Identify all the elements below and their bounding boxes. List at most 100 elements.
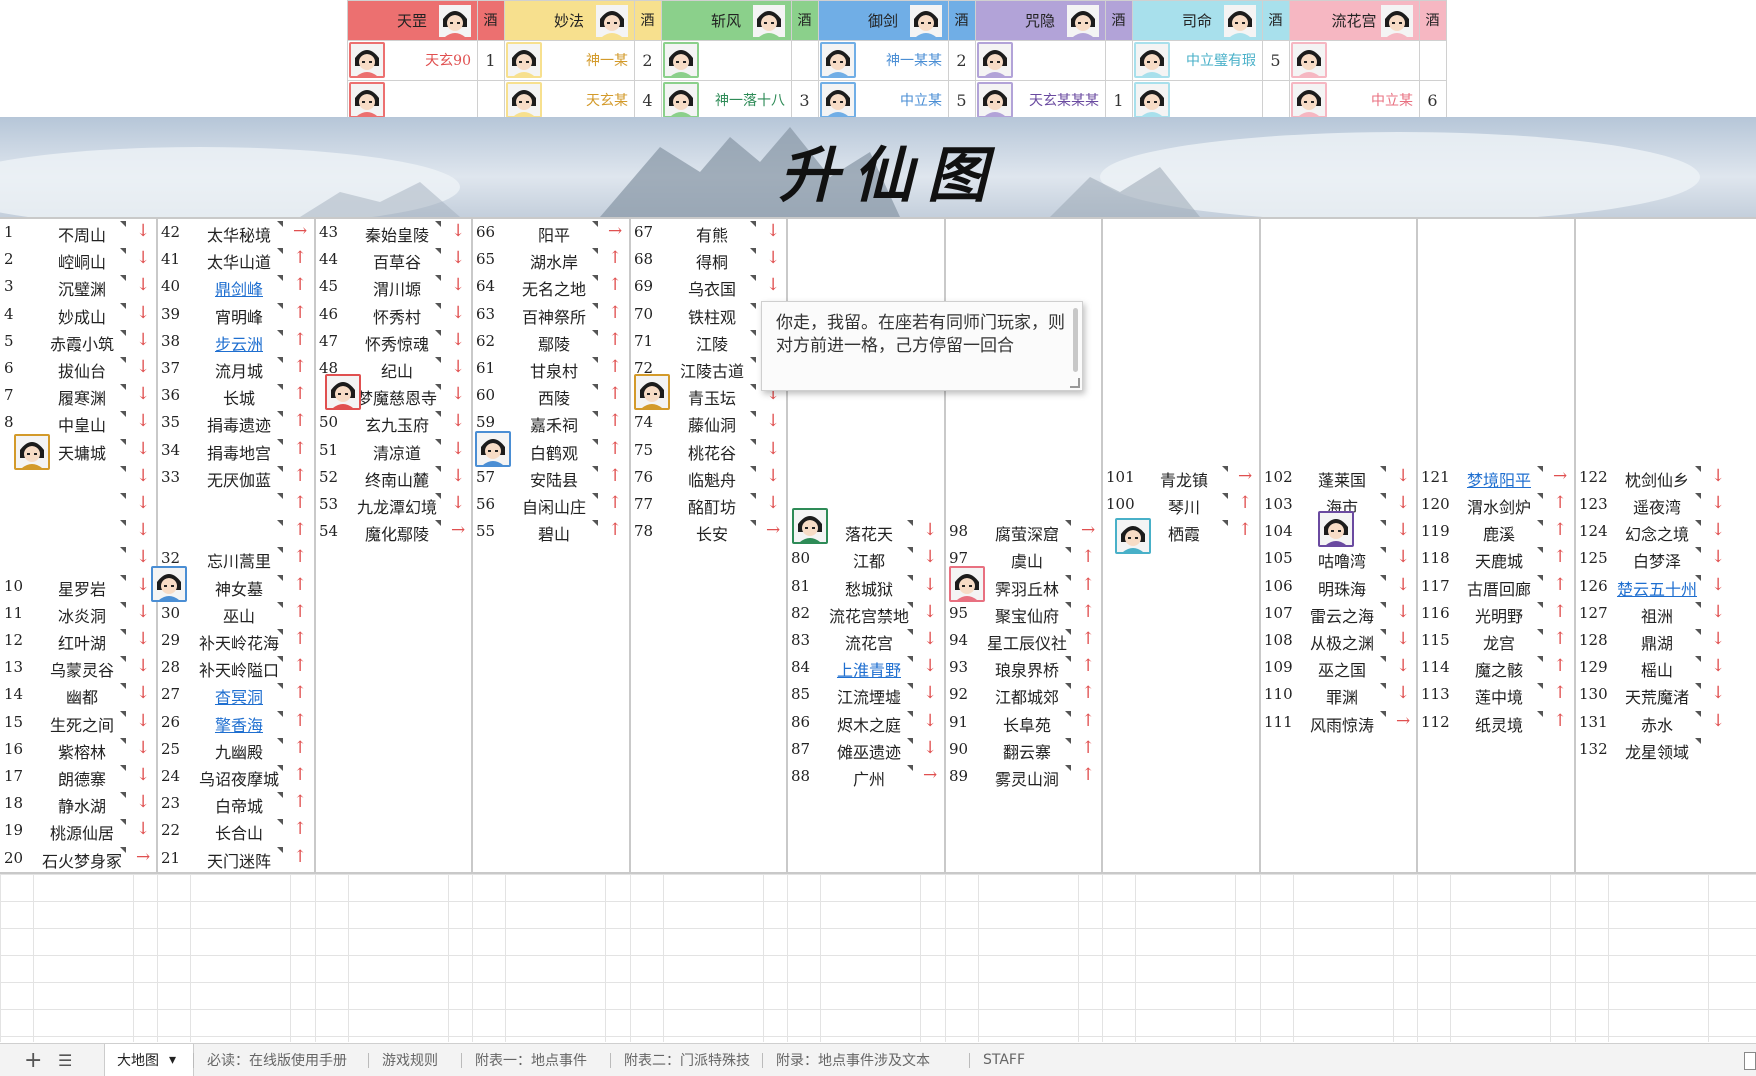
map-cell[interactable]: 7 履寒渊 ↓ — [0, 382, 157, 409]
map-cell[interactable]: 47 怀秀惊魂 ↓ — [315, 328, 472, 355]
comment-indicator-icon[interactable] — [277, 765, 283, 771]
add-sheet-button[interactable]: + — [24, 1044, 42, 1076]
sheet-tab[interactable]: 附表二：门派特殊技 — [612, 1044, 760, 1076]
comment-indicator-icon[interactable] — [1695, 737, 1701, 744]
map-cell[interactable]: 16 紫榕林 ↓ — [0, 736, 157, 763]
map-cell[interactable]: 106 明珠海 ↓ — [1260, 573, 1417, 600]
map-cell[interactable]: 76 临魁舟 ↓ — [630, 464, 787, 491]
comment-indicator-icon[interactable] — [120, 221, 126, 227]
comment-indicator-icon[interactable] — [120, 411, 126, 418]
comment-indicator-icon[interactable] — [592, 248, 598, 255]
comment-indicator-icon[interactable] — [1537, 656, 1543, 663]
map-cell[interactable]: 132 龙星领域 — [1575, 736, 1732, 763]
sheet-tab[interactable]: 附表一：地点事件 — [463, 1044, 608, 1076]
map-cell[interactable]: 66 阳平 → — [472, 219, 629, 246]
map-cell[interactable]: 54 魔化鄢陵 → — [315, 518, 472, 545]
comment-indicator-icon[interactable] — [1380, 629, 1386, 635]
map-cell[interactable]: 53 九龙潭幻境 ↓ — [315, 491, 472, 518]
comment-indicator-icon[interactable] — [1222, 465, 1228, 472]
comment-indicator-icon[interactable] — [592, 465, 598, 472]
comment-indicator-icon[interactable] — [907, 520, 913, 527]
map-cell[interactable]: 91 长阜苑 ↑ — [945, 709, 1102, 736]
comment-indicator-icon[interactable] — [120, 683, 126, 690]
map-cell[interactable]: 30 巫山 ↑ — [157, 600, 314, 627]
map-cell[interactable]: 119 鹿溪 ↑ — [1417, 518, 1574, 545]
comment-indicator-icon[interactable] — [277, 221, 283, 227]
comment-indicator-icon[interactable] — [1222, 520, 1228, 527]
comment-indicator-icon[interactable] — [1537, 493, 1543, 499]
comment-indicator-icon[interactable] — [277, 411, 283, 418]
map-cell[interactable]: 89 雾灵山涧 ↑ — [945, 763, 1102, 790]
map-cell[interactable]: 131 赤水 ↓ — [1575, 709, 1732, 736]
comment-indicator-icon[interactable] — [277, 438, 283, 445]
comment-indicator-icon[interactable] — [907, 574, 913, 581]
tooltip-resize-handle[interactable] — [1070, 378, 1080, 388]
tooltip-scrollbar[interactable] — [1073, 308, 1078, 372]
comment-indicator-icon[interactable] — [277, 275, 283, 282]
comment-indicator-icon[interactable] — [750, 302, 756, 309]
map-cell[interactable]: 88 广州 → — [787, 763, 944, 790]
comment-indicator-icon[interactable] — [120, 384, 126, 391]
map-cell[interactable]: 67 有熊 ↓ — [630, 219, 787, 246]
comment-indicator-icon[interactable] — [1537, 574, 1543, 581]
comment-indicator-icon[interactable] — [1380, 683, 1386, 690]
map-cell[interactable]: 111 风雨惊涛 → — [1260, 709, 1417, 736]
location-link[interactable]: 楚云五十州 — [1605, 576, 1709, 600]
map-cell[interactable]: 1 不周山 ↓ — [0, 219, 157, 246]
map-cell[interactable]: 22 长合山 ↑ — [157, 817, 314, 844]
map-cell[interactable]: 62 鄢陵 ↑ — [472, 328, 629, 355]
sheet-tab[interactable]: 必读：在线版使用手册 — [195, 1044, 365, 1076]
comment-indicator-icon[interactable] — [277, 329, 283, 336]
map-cell[interactable]: 36 长城 ↑ — [157, 382, 314, 409]
comment-indicator-icon[interactable] — [592, 438, 598, 445]
comment-indicator-icon[interactable] — [907, 710, 913, 717]
map-cell[interactable]: 78 长安 → — [630, 518, 787, 545]
comment-indicator-icon[interactable] — [1537, 629, 1543, 635]
comment-indicator-icon[interactable] — [750, 438, 756, 445]
map-cell[interactable]: 108 从极之渊 ↓ — [1260, 627, 1417, 654]
map-cell[interactable]: 17 朗德寨 ↓ — [0, 763, 157, 790]
map-cell[interactable]: 120 渭水剑炉 ↑ — [1417, 491, 1574, 518]
comment-indicator-icon[interactable] — [750, 275, 756, 282]
sheet-tab[interactable]: STAFF — [971, 1044, 1043, 1076]
comment-indicator-icon[interactable] — [435, 493, 441, 499]
map-cell[interactable]: 57 安陆县 ↑ — [472, 464, 629, 491]
map-cell[interactable]: 42 太华秘境 → — [157, 219, 314, 246]
map-cell[interactable]: 8 中皇山 ↓ — [0, 409, 157, 436]
map-cell[interactable]: 5 赤霞小筑 ↓ — [0, 328, 157, 355]
map-cell[interactable]: 117 古厝回廊 ↑ — [1417, 573, 1574, 600]
map-cell[interactable]: 33 无厌伽蓝 ↑ — [157, 464, 314, 491]
comment-indicator-icon[interactable] — [435, 275, 441, 282]
map-cell[interactable]: 21 天门迷阵 ↑ — [157, 845, 314, 872]
comment-indicator-icon[interactable] — [750, 384, 756, 391]
map-cell[interactable]: 84 上淮青野 ↓ — [787, 654, 944, 681]
comment-indicator-icon[interactable] — [277, 737, 283, 744]
map-cell[interactable]: 11 冰炎洞 ↓ — [0, 600, 157, 627]
comment-indicator-icon[interactable] — [592, 493, 598, 499]
map-cell[interactable]: ↓ — [0, 518, 157, 545]
map-cell[interactable]: 110 罪渊 ↓ — [1260, 681, 1417, 708]
map-cell[interactable]: 81 愁城狱 ↓ — [787, 573, 944, 600]
map-cell[interactable]: 87 傩巫遗迹 ↓ — [787, 736, 944, 763]
comment-indicator-icon[interactable] — [277, 520, 283, 527]
comment-indicator-icon[interactable] — [120, 574, 126, 581]
map-cell[interactable]: 2 崆峒山 ↓ — [0, 246, 157, 273]
map-cell[interactable]: 85 江流堙墟 ↓ — [787, 681, 944, 708]
comment-indicator-icon[interactable] — [1065, 601, 1071, 608]
comment-indicator-icon[interactable] — [277, 683, 283, 690]
map-cell[interactable]: 77 酩酊坊 ↓ — [630, 491, 787, 518]
comment-indicator-icon[interactable] — [750, 465, 756, 472]
comment-indicator-icon[interactable] — [1695, 520, 1701, 527]
comment-indicator-icon[interactable] — [1065, 574, 1071, 581]
map-cell[interactable]: ↓ — [0, 491, 157, 518]
map-cell[interactable]: 92 江都城郊 ↑ — [945, 681, 1102, 708]
map-cell[interactable]: 3 沉璧渊 ↓ — [0, 273, 157, 300]
comment-indicator-icon[interactable] — [592, 302, 598, 309]
comment-indicator-icon[interactable] — [1537, 601, 1543, 608]
map-cell[interactable]: 68 得桐 ↓ — [630, 246, 787, 273]
map-cell[interactable]: 125 白梦泽 ↓ — [1575, 545, 1732, 572]
location-link[interactable]: 上淮青野 — [817, 657, 921, 681]
comment-indicator-icon[interactable] — [277, 629, 283, 635]
comment-indicator-icon[interactable] — [1695, 710, 1701, 717]
comment-indicator-icon[interactable] — [435, 438, 441, 445]
